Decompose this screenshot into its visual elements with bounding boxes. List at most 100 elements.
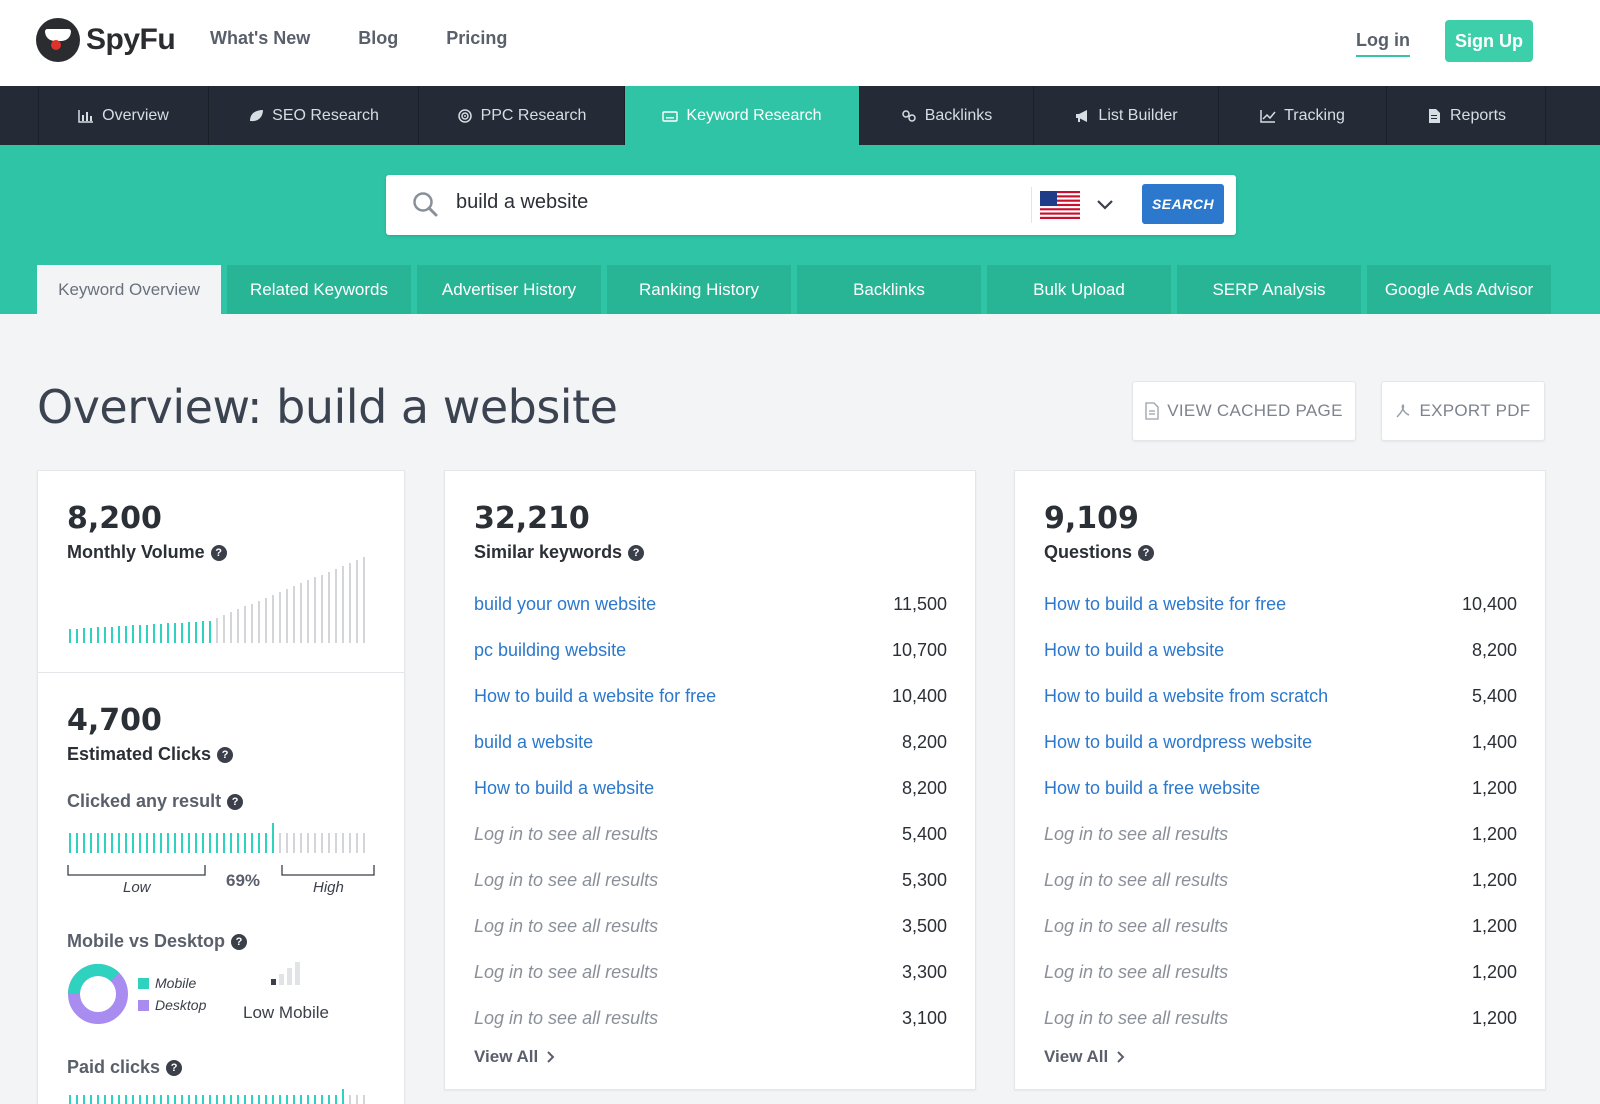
bar-mark (132, 1095, 134, 1104)
list-item: How to build a website for free 10,400 (1044, 581, 1517, 627)
help-icon[interactable]: ? (166, 1059, 183, 1076)
keyword-link[interactable]: How to build a website for free (474, 686, 716, 707)
tab-keyword-overview[interactable]: Keyword Overview (37, 265, 221, 314)
export-pdf-button[interactable]: EXPORT PDF (1381, 381, 1545, 441)
bar-mark (188, 833, 190, 853)
nav-pricing[interactable]: Pricing (446, 28, 507, 49)
bar-mark (174, 1095, 176, 1104)
list-item: Log in to see all results 1,200 (1044, 949, 1517, 995)
bar-mark (216, 618, 218, 643)
chevron-right-icon (547, 1051, 555, 1063)
mobile-desktop-donut (67, 963, 128, 1024)
help-icon[interactable]: ? (227, 793, 244, 810)
similar-view-all-link[interactable]: View All (474, 1047, 947, 1067)
bar-mark (125, 1095, 127, 1104)
search-button[interactable]: SEARCH (1142, 184, 1224, 224)
login-prompt-link[interactable]: Log in to see all results (474, 1008, 658, 1029)
view-all-text: View All (474, 1047, 539, 1066)
keyword-link[interactable]: How to build a website from scratch (1044, 686, 1328, 707)
tab-google-ads-advisor[interactable]: Google Ads Advisor (1367, 265, 1551, 314)
mainnav-reports[interactable]: Reports (1386, 86, 1546, 145)
help-icon[interactable]: ? (628, 544, 645, 561)
page-title: Overview: build a website (37, 380, 618, 434)
chevron-down-icon[interactable] (1094, 193, 1116, 215)
tab-advertiser-history[interactable]: Advertiser History (417, 265, 601, 314)
keyword-link[interactable]: pc building website (474, 640, 626, 661)
bar-mark (328, 572, 330, 643)
keyword-link[interactable]: How to build a website (1044, 640, 1224, 661)
spyfu-logo[interactable]: SpyFu (36, 18, 176, 62)
main-nav: Overview SEO Research PPC Research Keywo… (0, 86, 1600, 145)
search-input[interactable]: build a website (456, 191, 1016, 214)
megaphone-icon (1076, 109, 1088, 122)
keyword-link[interactable]: How to build a website (474, 778, 654, 799)
keyword-link[interactable]: build your own website (474, 594, 656, 615)
login-prompt-link[interactable]: Log in to see all results (1044, 870, 1228, 891)
bar-mark (160, 1095, 162, 1104)
login-prompt-link[interactable]: Log in to see all results (474, 916, 658, 937)
bar-mark (258, 601, 260, 643)
nav-whats-new[interactable]: What's New (210, 28, 310, 49)
clicked-pct: 69% (226, 871, 261, 890)
search-volume: 5,400 (901, 823, 947, 844)
login-prompt-link[interactable]: Log in to see all results (474, 824, 658, 845)
login-prompt-link[interactable]: Log in to see all results (1044, 1008, 1228, 1029)
login-prompt-link[interactable]: Log in to see all results (1044, 962, 1228, 983)
mainnav-tracking[interactable]: Tracking (1218, 86, 1386, 145)
tab-backlinks[interactable]: Backlinks (797, 265, 981, 314)
pdf-icon (1396, 403, 1410, 418)
questions-view-all-link[interactable]: View All (1044, 1047, 1517, 1067)
nav-blog[interactable]: Blog (358, 28, 398, 49)
bar-mark (153, 833, 155, 853)
mainnav-seo-research[interactable]: SEO Research (208, 86, 418, 145)
line-chart-icon (1260, 109, 1276, 123)
mainnav-overview[interactable]: Overview (38, 86, 208, 145)
bar-mark (307, 580, 309, 643)
login-prompt-link[interactable]: Log in to see all results (1044, 916, 1228, 937)
bar-mark (258, 1095, 260, 1104)
help-icon[interactable]: ? (1138, 544, 1155, 561)
mainnav-ppc-research[interactable]: PPC Research (418, 86, 624, 145)
card-divider (38, 672, 404, 673)
tab-serp-analysis[interactable]: SERP Analysis (1177, 265, 1361, 314)
search-volume: 8,200 (901, 731, 947, 752)
bar-mark (293, 1095, 295, 1104)
mainnav-backlinks[interactable]: Backlinks (859, 86, 1033, 145)
keyword-link[interactable]: How to build a free website (1044, 778, 1260, 799)
keyword-link[interactable]: How to build a wordpress website (1044, 732, 1312, 753)
bar-mark (258, 833, 260, 853)
mainnav-list-builder[interactable]: List Builder (1033, 86, 1218, 145)
search-volume: 1,200 (1471, 1007, 1517, 1028)
clicked-any-label: Clicked any result ? (67, 791, 244, 812)
us-flag-icon[interactable] (1040, 191, 1080, 219)
tab-bulk-upload[interactable]: Bulk Upload (987, 265, 1171, 314)
login-link[interactable]: Log in (1356, 30, 1410, 57)
search-volume: 3,500 (901, 915, 947, 936)
tab-related-keywords[interactable]: Related Keywords (227, 265, 411, 314)
bar-mark (174, 623, 176, 643)
bar-mark (237, 1095, 239, 1104)
help-icon[interactable]: ? (210, 544, 227, 561)
help-icon[interactable]: ? (231, 933, 248, 950)
bar-mark (223, 833, 225, 853)
list-item: How to build a website for free 10,400 (474, 673, 947, 719)
search-volume: 1,200 (1471, 915, 1517, 936)
view-cached-page-button[interactable]: VIEW CACHED PAGE (1132, 381, 1356, 441)
list-item: pc building website 10,700 (474, 627, 947, 673)
bar-mark (244, 833, 246, 853)
login-prompt-link[interactable]: Log in to see all results (474, 870, 658, 891)
keyword-link[interactable]: How to build a website for free (1044, 594, 1286, 615)
chevron-right-icon (1117, 1051, 1125, 1063)
desktop-swatch (138, 999, 149, 1011)
signup-button[interactable]: Sign Up (1445, 20, 1533, 62)
tab-ranking-history[interactable]: Ranking History (607, 265, 791, 314)
link-icon (901, 109, 916, 122)
bar-mark (237, 833, 239, 853)
search-volume: 1,200 (1471, 961, 1517, 982)
mainnav-keyword-research[interactable]: Keyword Research (624, 86, 859, 145)
bar-mark (195, 833, 197, 853)
help-icon[interactable]: ? (217, 746, 234, 763)
keyword-link[interactable]: build a website (474, 732, 593, 753)
login-prompt-link[interactable]: Log in to see all results (474, 962, 658, 983)
login-prompt-link[interactable]: Log in to see all results (1044, 824, 1228, 845)
